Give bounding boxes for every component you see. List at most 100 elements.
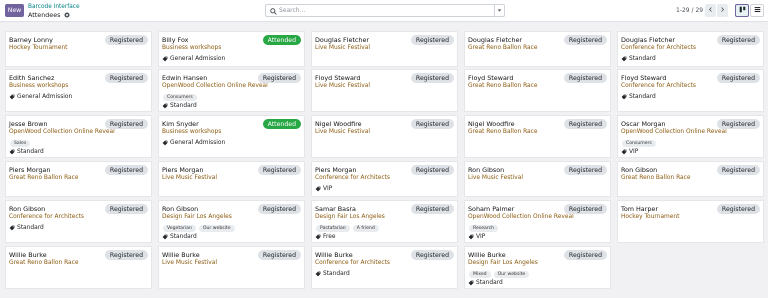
ticket-icon bbox=[315, 271, 321, 277]
attendee-card[interactable]: Ron Gibson Great Reno Ballon Race Regist… bbox=[617, 161, 764, 197]
attendee-card[interactable]: Samar Basra Design Fair Los Angeles Regi… bbox=[311, 200, 458, 243]
ticket-type: Standard bbox=[315, 271, 350, 277]
attendee-card[interactable]: Piers Morgan Great Reno Ballon Race Regi… bbox=[5, 161, 152, 197]
attendee-name: Ron Gibson bbox=[468, 166, 505, 174]
attendee-card[interactable]: Ron Gibson Design Fair Los Angeles Regis… bbox=[158, 200, 305, 243]
search-icon bbox=[270, 7, 277, 15]
attendee-card[interactable]: Douglas Fletcher Conference for Architec… bbox=[617, 31, 764, 67]
attendee-name: Barney Lonny bbox=[9, 36, 53, 44]
status-badge: Registered bbox=[563, 35, 607, 45]
kanban-view-icon bbox=[739, 6, 746, 15]
attendee-card[interactable]: Floyd Steward Live Music Festival Regist… bbox=[311, 69, 458, 112]
attendee-name: Samar Basra bbox=[315, 205, 356, 213]
status-badge: Registered bbox=[716, 119, 760, 129]
attendee-card[interactable]: Edith Sanchez Business workshops Registe… bbox=[5, 69, 152, 112]
chevron-right-icon bbox=[720, 7, 725, 14]
event-name: Hockey Tournament bbox=[9, 45, 68, 51]
attendee-name: Willie Burke bbox=[468, 251, 506, 259]
attendee-card[interactable]: Floyd Steward Great Reno Ballon Race Reg… bbox=[464, 69, 611, 112]
ticket-icon bbox=[162, 103, 168, 109]
tag-badge: Pastafarian bbox=[316, 225, 350, 232]
event-name: Great Reno Ballon Race bbox=[9, 260, 79, 266]
attendee-card[interactable]: Ron Gibson Conference for Architects Reg… bbox=[5, 200, 152, 243]
chevron-down-icon[interactable] bbox=[494, 5, 504, 16]
attendee-card[interactable]: Willie Burke Great Reno Ballon Race Regi… bbox=[5, 246, 152, 289]
attendee-card[interactable]: Willie Burke Design Fair Los Angeles Reg… bbox=[464, 246, 611, 289]
ticket-label: General Admission bbox=[170, 140, 226, 146]
event-name: Live Music Festival bbox=[162, 260, 217, 266]
tag-badge: Sales bbox=[10, 140, 31, 147]
attendee-card[interactable]: Edwin Hansen OpenWood Collection Online … bbox=[158, 69, 305, 112]
attendee-card[interactable]: Kim Snyder Business workshops Attended G… bbox=[158, 115, 305, 158]
attendee-card[interactable]: Ron Gibson Live Music Festival Registere… bbox=[464, 161, 611, 197]
status-badge: Registered bbox=[410, 165, 454, 175]
ticket-type: General Admission bbox=[162, 140, 225, 146]
attendee-name: Soham Palmer bbox=[468, 205, 515, 213]
attendee-name: Tom Harper bbox=[621, 205, 658, 213]
breadcrumb-current: Attendees bbox=[28, 11, 70, 19]
ticket-label: Standard bbox=[629, 94, 656, 100]
tag-badge: Mixed bbox=[469, 271, 491, 278]
event-name: Business workshops bbox=[9, 83, 69, 89]
event-name: Business workshops bbox=[162, 45, 222, 51]
event-name: Great Reno Ballon Race bbox=[621, 175, 691, 181]
pager-previous-button[interactable] bbox=[705, 4, 716, 17]
attendee-card[interactable]: Willie Burke Live Music Festival Registe… bbox=[158, 246, 305, 289]
status-badge: Registered bbox=[563, 165, 607, 175]
breadcrumb-parent-link[interactable]: Barcode Interface bbox=[28, 4, 80, 10]
attendee-card[interactable]: Douglas Fletcher Live Music Festival Reg… bbox=[311, 31, 458, 67]
status-badge: Registered bbox=[104, 204, 148, 214]
status-badge: Registered bbox=[257, 204, 301, 214]
attendee-card[interactable]: Nigel Woodfire Great Reno Ballon Race Re… bbox=[464, 115, 611, 158]
attendee-card[interactable]: Barney Lonny Hockey Tournament Registere… bbox=[5, 31, 152, 67]
ticket-label: VIP bbox=[476, 234, 486, 240]
tag-badge: A friend bbox=[352, 225, 379, 232]
attendee-card[interactable]: Tom Harper Hockey Tournament Registered bbox=[617, 200, 764, 243]
ticket-icon bbox=[9, 149, 15, 155]
ticket-icon bbox=[315, 234, 321, 240]
ticket-icon bbox=[9, 94, 15, 100]
search-bar[interactable] bbox=[265, 4, 505, 17]
kanban-view-button[interactable] bbox=[735, 4, 749, 17]
search-input[interactable] bbox=[279, 5, 489, 16]
attendee-name: Nigel Woodfire bbox=[468, 120, 515, 128]
ticket-label: Standard bbox=[170, 234, 197, 240]
ticket-type: Standard bbox=[162, 103, 197, 109]
ticket-type: Standard bbox=[468, 280, 503, 286]
attendee-name: Piers Morgan bbox=[315, 166, 357, 174]
attendee-card[interactable]: Nigel Woodfire Live Music Festival Regis… bbox=[311, 115, 458, 158]
ticket-label: General Admission bbox=[17, 94, 73, 100]
attendee-name: Jesse Brown bbox=[9, 120, 48, 128]
pager-next-button[interactable] bbox=[717, 4, 728, 17]
status-badge: Registered bbox=[410, 73, 454, 83]
tag-list: Consumers bbox=[163, 94, 197, 101]
event-name: Hockey Tournament bbox=[621, 214, 680, 220]
attendee-name: Willie Burke bbox=[9, 251, 47, 259]
ticket-label: Standard bbox=[323, 271, 350, 277]
event-name: Design Fair Los Angeles bbox=[315, 214, 385, 220]
attendee-card[interactable]: Piers Morgan Live Music Festival Registe… bbox=[158, 161, 305, 197]
status-badge: Registered bbox=[410, 119, 454, 129]
event-name: Great Reno Ballon Race bbox=[468, 129, 538, 135]
attendee-card[interactable]: Douglas Fletcher Great Reno Ballon Race … bbox=[464, 31, 611, 67]
ticket-icon bbox=[162, 56, 168, 62]
tag-badge: Vegetarian bbox=[163, 225, 196, 232]
status-badge: Registered bbox=[716, 73, 760, 83]
list-view-button[interactable] bbox=[750, 4, 764, 17]
gear-icon[interactable] bbox=[63, 11, 70, 18]
status-badge: Registered bbox=[716, 204, 760, 214]
attendee-card[interactable]: Oscar Morgan OpenWood Collection Online … bbox=[617, 115, 764, 158]
ticket-type: Standard bbox=[621, 56, 656, 62]
attendee-card[interactable]: Soham Palmer OpenWood Collection Online … bbox=[464, 200, 611, 243]
new-button[interactable]: New bbox=[5, 4, 24, 17]
tag-badge: Research bbox=[469, 225, 499, 232]
attendee-card[interactable]: Jesse Brown OpenWood Collection Online R… bbox=[5, 115, 152, 158]
attendee-card[interactable]: Willie Burke Conference for Architects R… bbox=[311, 246, 458, 289]
attendee-card[interactable]: Floyd Steward Conference for Architects … bbox=[617, 69, 764, 112]
pager-value[interactable]: 1-29 / 29 bbox=[676, 7, 703, 14]
ticket-label: Standard bbox=[629, 56, 656, 62]
attendee-card[interactable]: Billy Fox Business workshops Attended Ge… bbox=[158, 31, 305, 67]
attendee-card[interactable]: Piers Morgan Conference for Architects R… bbox=[311, 161, 458, 197]
event-name: Live Music Festival bbox=[162, 175, 217, 181]
attendee-name: Ron Gibson bbox=[162, 205, 199, 213]
